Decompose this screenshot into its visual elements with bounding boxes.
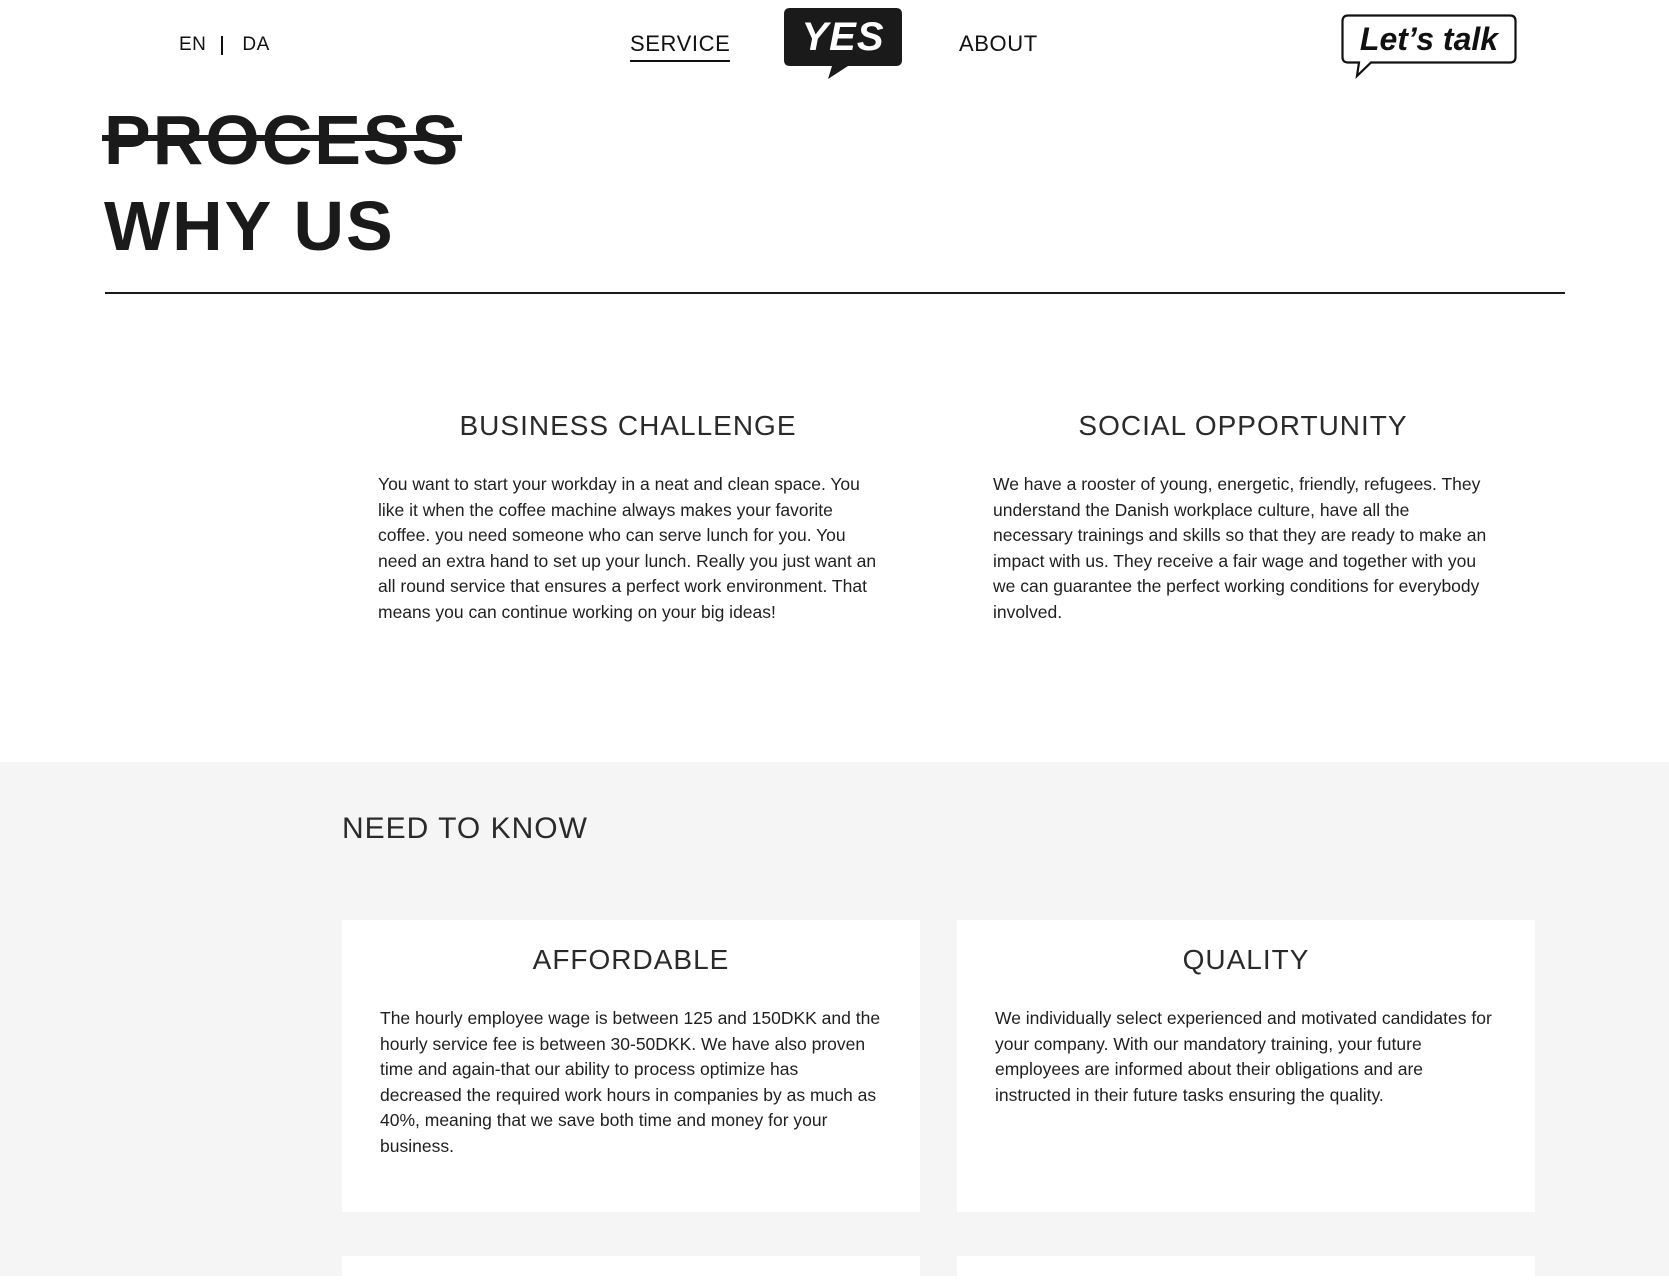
language-switcher: EN DA (179, 34, 270, 56)
lets-talk-button[interactable]: Let’s talk (1341, 14, 1517, 80)
nav-service-link[interactable]: SERVICE (630, 31, 731, 62)
page-title: WHY US (104, 187, 395, 265)
quality-text: We individually select experienced and m… (995, 1008, 1492, 1105)
affordable-heading: AFFORDABLE (532, 944, 730, 975)
social-opportunity-text: We have a rooster of young, energetic, f… (993, 474, 1487, 622)
site-header: EN DA SERVICE YES ABOUT Let’s talk (0, 0, 1669, 90)
affordable-card: AFFORDABLE The hourly employee wage is b… (342, 920, 920, 1212)
nav-about-link[interactable]: ABOUT (959, 31, 1038, 57)
lang-divider (221, 35, 224, 55)
business-challenge-heading: BUSINESS CHALLENGE (459, 410, 797, 441)
lang-en-link[interactable]: EN (179, 34, 206, 56)
lang-da-link[interactable]: DA (242, 34, 269, 56)
business-challenge-section: BUSINESS CHALLENGE You want to start you… (378, 410, 878, 625)
lets-talk-label: Let’s talk (1359, 20, 1499, 57)
affordable-text: The hourly employee wage is between 125 … (380, 1008, 881, 1156)
next-card-right (957, 1256, 1535, 1286)
title-divider (105, 292, 1565, 294)
strikethrough-line (102, 135, 463, 141)
yes-logo[interactable]: YES (784, 8, 902, 80)
need-to-know-section: NEED TO KNOW AFFORDABLE The hourly emplo… (0, 762, 1669, 1286)
social-opportunity-heading: SOCIAL OPPORTUNITY (1078, 410, 1408, 441)
logo-text: YES (801, 14, 885, 59)
struck-title: PROCESS (102, 100, 463, 180)
business-challenge-text: You want to start your workday in a neat… (378, 474, 877, 622)
quality-card: QUALITY We individually select experienc… (957, 920, 1535, 1212)
next-card-left (342, 1256, 920, 1286)
need-to-know-heading: NEED TO KNOW (342, 812, 588, 845)
quality-heading: QUALITY (1182, 944, 1310, 975)
social-opportunity-section: SOCIAL OPPORTUNITY We have a rooster of … (993, 410, 1493, 625)
